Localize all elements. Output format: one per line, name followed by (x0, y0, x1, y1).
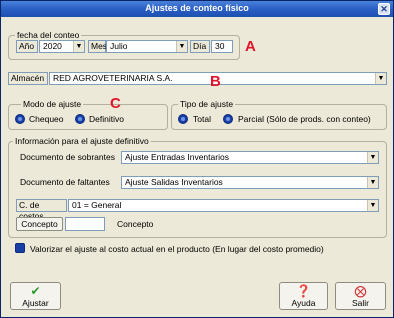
month-value: Julio (110, 41, 128, 51)
sobrantes-value: Ajuste Entradas Inventarios (125, 152, 229, 162)
chequeo-label: Chequeo (29, 114, 64, 124)
valorizar-checkbox[interactable] (15, 243, 25, 253)
almacen-label: Almacén (8, 72, 48, 85)
tipo-group-label: Tipo de ajuste (178, 99, 236, 109)
chevron-down-icon[interactable]: ▼ (367, 177, 378, 188)
chevron-down-icon[interactable]: ▼ (73, 41, 84, 52)
close-icon: ✕ (380, 4, 388, 14)
radio-parcial[interactable] (223, 114, 233, 124)
ajustar-button[interactable]: ✔ Ajustar (10, 282, 61, 310)
valorizar-label: Valorizar el ajuste al costo actual en e… (30, 244, 324, 254)
year-value: 2020 (43, 41, 62, 51)
chevron-down-icon[interactable]: ▼ (375, 73, 386, 84)
concepto-text: Concepto (117, 219, 154, 229)
title-bar: Ajustes de conteo físico ✕ (1, 1, 393, 17)
year-select[interactable]: 2020 ▼ (39, 40, 85, 53)
faltantes-select[interactable]: Ajuste Salidas Inventarios ▼ (121, 176, 379, 189)
definitivo-label: Definitivo (89, 114, 124, 124)
chevron-down-icon[interactable]: ▼ (367, 152, 378, 163)
salir-label: Salir (351, 298, 369, 308)
radio-total[interactable] (178, 114, 188, 124)
ayuda-button[interactable]: ❓ Ayuda (279, 282, 328, 310)
almacen-value: RED AGROVETERINARIA S.A. (53, 73, 173, 83)
help-icon: ❓ (296, 284, 311, 298)
chevron-down-icon[interactable]: ▼ (176, 41, 187, 52)
day-label: Día (190, 40, 210, 53)
concepto-button[interactable]: Concepto (16, 217, 63, 231)
annotation-b: B (210, 73, 221, 90)
month-label: Mes (88, 40, 107, 53)
month-select[interactable]: Julio ▼ (106, 40, 188, 53)
chevron-down-icon[interactable]: ▼ (367, 200, 378, 211)
faltantes-label: Documento de faltantes (20, 177, 110, 187)
check-icon: ✔ (30, 284, 41, 298)
radio-chequeo[interactable] (15, 114, 25, 124)
sobrantes-label: Documento de sobrantes (20, 152, 115, 162)
concepto-input[interactable] (65, 217, 105, 231)
year-label: Año (16, 40, 38, 53)
faltantes-value: Ajuste Salidas Inventarios (125, 177, 223, 187)
costos-label: C. de costos (16, 199, 67, 221)
sobrantes-select[interactable]: Ajuste Entradas Inventarios ▼ (121, 151, 379, 164)
costos-value: 01 = General (72, 200, 122, 210)
day-input[interactable]: 30 (211, 40, 233, 53)
parcial-label: Parcial (Sólo de prods. con conteo) (238, 114, 371, 124)
costos-select[interactable]: 01 = General ▼ (68, 199, 379, 212)
radio-definitivo[interactable] (75, 114, 85, 124)
annotation-a: A (245, 38, 256, 55)
ajustes-window: Ajustes de conteo físico ✕ fecha del con… (0, 0, 394, 318)
close-button[interactable]: ✕ (378, 3, 390, 15)
fecha-group-label: fecha del conteo (15, 30, 82, 40)
ajustar-label: Ajustar (22, 298, 49, 308)
info-group-label: Información para el ajuste definitivo (13, 136, 151, 146)
exit-icon: ⨂ (354, 284, 367, 298)
total-label: Total (193, 114, 211, 124)
modo-group-label: Modo de ajuste (21, 99, 84, 109)
ayuda-label: Ayuda (291, 298, 316, 308)
annotation-c: C (110, 95, 121, 112)
window-title: Ajustes de conteo físico (145, 3, 249, 13)
salir-button[interactable]: ⨂ Salir (335, 282, 386, 310)
